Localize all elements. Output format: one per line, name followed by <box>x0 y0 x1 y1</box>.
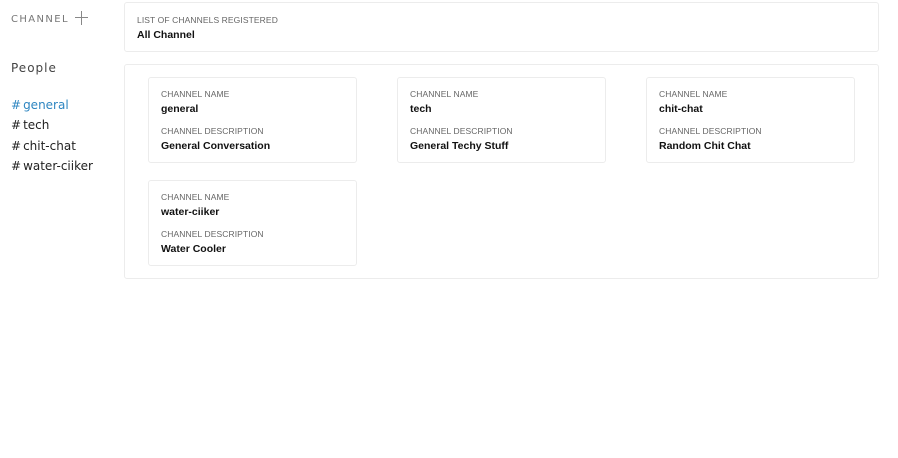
channel-name-label: CHANNEL NAME <box>161 89 230 99</box>
channel-card-tech[interactable]: CHANNEL NAME tech CHANNEL DESCRIPTION Ge… <box>397 77 606 163</box>
sidebar-item-label: water-ciiker <box>23 158 93 173</box>
channel-description-value: Water Cooler <box>161 243 226 255</box>
sidebar-item-water-ciiker[interactable]: # water-ciiker <box>11 158 93 178</box>
sidebar: CHANNEL People # general # tech # chit-chat… <box>0 0 118 458</box>
people-link[interactable]: People <box>11 61 57 75</box>
channel-header-label: CHANNEL <box>11 14 69 25</box>
channel-name-label: CHANNEL NAME <box>161 192 230 202</box>
channel-name-value: water-ciiker <box>161 206 220 218</box>
channel-card-chit-chat[interactable]: CHANNEL NAME chit-chat CHANNEL DESCRIPTI… <box>646 77 855 163</box>
hash-icon: # <box>11 138 22 153</box>
panel-title: All Channel <box>137 29 195 41</box>
channel-description-label: CHANNEL DESCRIPTION <box>161 229 264 239</box>
channel-cards-panel: CHANNEL NAME general CHANNEL DESCRIPTION… <box>124 64 879 279</box>
sidebar-item-label: general <box>23 98 69 112</box>
channel-description-value: Random Chit Chat <box>659 140 751 152</box>
channel-name-label: CHANNEL NAME <box>659 89 728 99</box>
channel-name-value: general <box>161 103 199 115</box>
channel-description-value: General Techy Stuff <box>410 140 509 152</box>
channel-header: CHANNEL <box>11 10 89 25</box>
channel-card-general[interactable]: CHANNEL NAME general CHANNEL DESCRIPTION… <box>148 77 357 163</box>
sidebar-item-general[interactable]: # general <box>11 97 93 117</box>
hash-icon: # <box>11 158 22 173</box>
sidebar-item-label: tech <box>23 118 50 133</box>
channels-registered-panel: LIST OF CHANNELS REGISTERED All Channel <box>124 2 879 52</box>
channel-description-label: CHANNEL DESCRIPTION <box>410 126 513 136</box>
hash-icon: # <box>11 98 22 112</box>
panel-label: LIST OF CHANNELS REGISTERED <box>137 15 278 25</box>
channel-card-water-ciiker[interactable]: CHANNEL NAME water-ciiker CHANNEL DESCRI… <box>148 180 357 266</box>
channel-description-value: General Conversation <box>161 140 271 152</box>
channel-description-label: CHANNEL DESCRIPTION <box>659 126 762 136</box>
add-channel-plus-icon[interactable] <box>75 10 89 25</box>
channel-description-label: CHANNEL DESCRIPTION <box>161 126 264 136</box>
sidebar-item-label: chit-chat <box>23 138 76 153</box>
sidebar-item-tech[interactable]: # tech <box>11 117 93 137</box>
channel-list: # general # tech # chit-chat # water-ciiker <box>11 97 93 178</box>
channel-name-value: tech <box>410 103 432 115</box>
sidebar-item-chit-chat[interactable]: # chit-chat <box>11 138 93 158</box>
channel-name-value: chit-chat <box>659 103 703 115</box>
channel-name-label: CHANNEL NAME <box>410 89 479 99</box>
hash-icon: # <box>11 118 22 133</box>
